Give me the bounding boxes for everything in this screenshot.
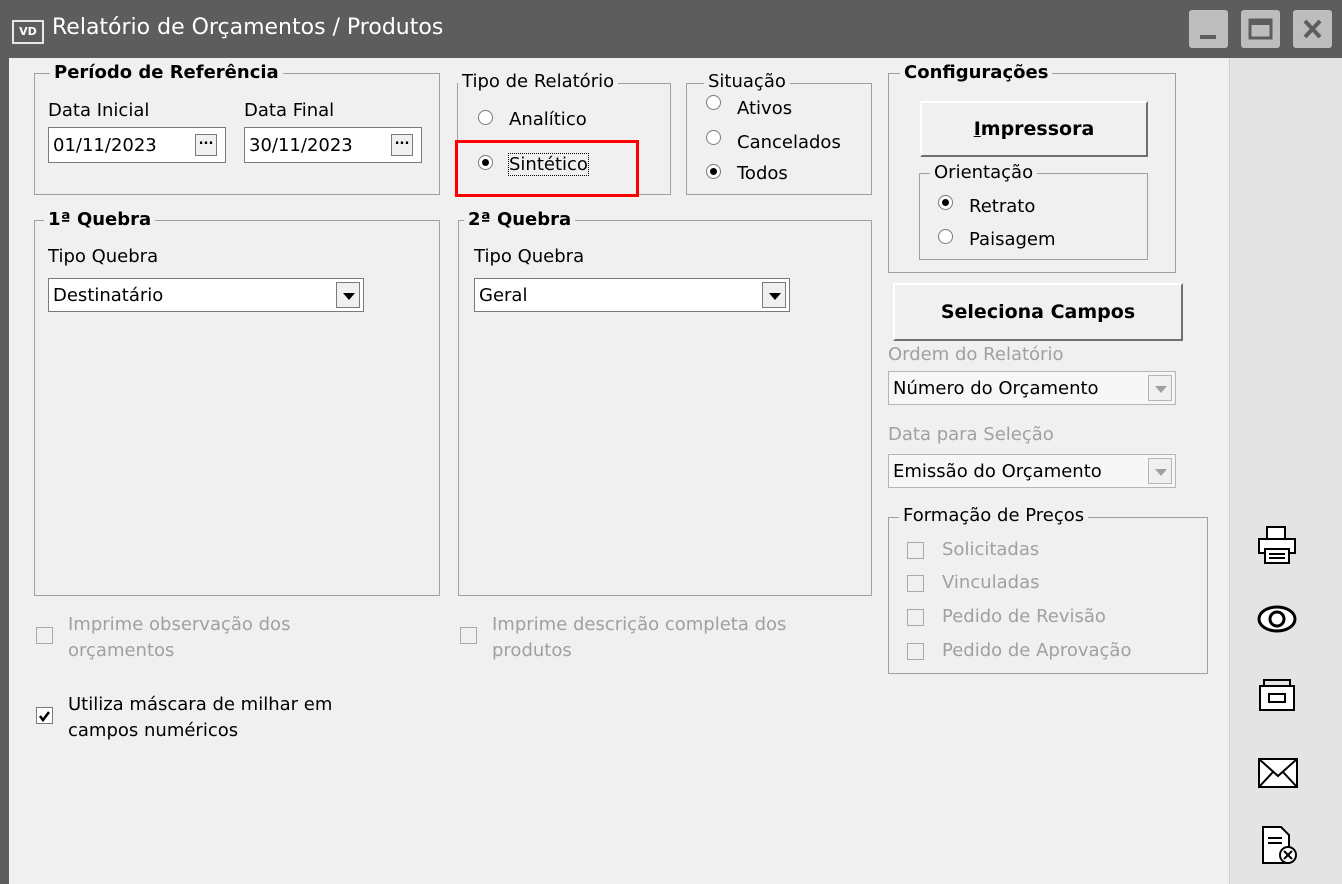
retrato-radio[interactable] <box>938 195 953 210</box>
tipo-relatorio-legend: Tipo de Relatório <box>458 71 619 92</box>
vinculadas-label: Vinculadas <box>942 572 1040 593</box>
imprime-observacao-checkbox <box>36 627 53 644</box>
close-button[interactable] <box>1293 10 1332 48</box>
todos-radio[interactable] <box>706 164 721 179</box>
print-button[interactable] <box>1255 524 1301 566</box>
imprime-descricao-label: Imprime descrição completa dos produtos <box>492 612 786 664</box>
quebra1-tipo-label: Tipo Quebra <box>48 246 159 267</box>
formacao-precos-legend: Formação de Preços <box>899 505 1089 526</box>
vinculadas-checkbox <box>907 575 924 592</box>
analitico-label[interactable]: Analítico <box>509 109 587 130</box>
imprime-descricao-line1: Imprime descrição completa dos <box>492 614 787 635</box>
mascara-milhar-label[interactable]: Utiliza máscara de milhar em campos numé… <box>68 692 332 744</box>
maximize-button[interactable] <box>1241 10 1280 48</box>
data-inicial-value: 01/11/2023 <box>53 135 157 156</box>
imprime-observacao-line2: orçamentos <box>68 640 175 661</box>
data-inicial-label: Data Inicial <box>48 100 150 121</box>
pedido-aprovacao-checkbox <box>907 643 924 660</box>
quebra2-legend: 2ª Quebra <box>464 209 576 230</box>
close-icon <box>1303 19 1322 39</box>
folder-export-icon <box>1259 679 1295 711</box>
chevron-down-icon[interactable] <box>762 282 786 308</box>
quebra1-legend: 1ª Quebra <box>44 209 156 230</box>
imprime-observacao-label: Imprime observação dos orçamentos <box>68 612 290 664</box>
solicitadas-checkbox <box>907 542 924 559</box>
paisagem-label[interactable]: Paisagem <box>969 229 1056 250</box>
envelope-icon <box>1258 758 1298 788</box>
preview-button[interactable] <box>1255 598 1301 640</box>
minimize-button[interactable] <box>1189 10 1228 48</box>
cancelados-label[interactable]: Cancelados <box>737 132 841 153</box>
data-selecao-label: Data para Seleção <box>888 424 1054 445</box>
ordem-relatorio-value: Número do Orçamento <box>893 378 1099 399</box>
paisagem-radio[interactable] <box>938 229 953 244</box>
email-button[interactable] <box>1255 752 1301 794</box>
quebra2-value: Geral <box>479 285 528 306</box>
data-final-label: Data Final <box>244 100 335 121</box>
quebra2-select[interactable]: Geral <box>474 278 790 312</box>
document-close-icon <box>1262 826 1297 864</box>
data-final-value: 30/11/2023 <box>249 135 353 156</box>
highlight-box <box>455 140 639 197</box>
periodo-legend: Período de Referência <box>50 62 283 83</box>
pedido-revisao-label: Pedido de Revisão <box>942 606 1106 627</box>
data-final-picker-button[interactable]: ... <box>391 134 413 156</box>
data-selecao-select: Emissão do Orçamento <box>888 454 1176 488</box>
data-inicial-picker-button[interactable]: ... <box>195 134 217 156</box>
configuracoes-legend: Configurações <box>900 62 1053 83</box>
mascara-milhar-line1: Utiliza máscara de milhar em <box>68 694 333 715</box>
ordem-relatorio-select: Número do Orçamento <box>888 371 1176 405</box>
data-selecao-value: Emissão do Orçamento <box>893 461 1102 482</box>
mascara-milhar-line2: campos numéricos <box>68 720 239 741</box>
analitico-radio[interactable] <box>478 110 493 125</box>
window-title: Relatório de Orçamentos / Produtos <box>52 15 444 40</box>
ativos-radio[interactable] <box>706 95 721 110</box>
export-button[interactable] <box>1255 672 1301 714</box>
maximize-icon <box>1248 18 1273 40</box>
retrato-label[interactable]: Retrato <box>969 196 1035 217</box>
cancelados-radio[interactable] <box>706 130 721 145</box>
minimize-icon <box>1200 35 1216 39</box>
quebra2-tipo-label: Tipo Quebra <box>474 246 585 267</box>
quebra2-group <box>458 220 872 596</box>
pedido-revisao-checkbox <box>907 609 924 626</box>
chevron-down-icon <box>1148 458 1172 484</box>
eye-preview-icon <box>1257 605 1297 633</box>
imprime-descricao-line2: produtos <box>492 640 572 661</box>
situacao-legend: Situação <box>704 71 790 92</box>
quebra1-value: Destinatário <box>53 285 164 306</box>
seleciona-campos-button[interactable]: Seleciona Campos <box>893 283 1183 341</box>
quebra1-select[interactable]: Destinatário <box>48 278 364 312</box>
impressora-button[interactable]: Impressora <box>920 101 1148 157</box>
solicitadas-label: Solicitadas <box>942 539 1040 560</box>
imprime-descricao-checkbox <box>460 627 477 644</box>
quebra1-group <box>34 220 440 596</box>
mascara-milhar-checkbox[interactable] <box>36 707 53 724</box>
checkmark-icon <box>39 711 50 723</box>
impressora-label: Impressora <box>973 118 1095 140</box>
ordem-relatorio-label: Ordem do Relatório <box>888 344 1064 365</box>
chevron-down-icon <box>1148 375 1172 401</box>
chevron-down-icon[interactable] <box>336 282 360 308</box>
orientacao-legend: Orientação <box>930 162 1038 183</box>
app-icon: VD <box>12 20 44 44</box>
todos-label[interactable]: Todos <box>737 163 788 184</box>
printer-icon <box>1258 526 1296 564</box>
pedido-aprovacao-label: Pedido de Aprovação <box>942 640 1132 661</box>
cancel-report-button[interactable] <box>1255 824 1301 866</box>
ativos-label[interactable]: Ativos <box>737 98 792 119</box>
imprime-observacao-line1: Imprime observação dos <box>68 614 291 635</box>
